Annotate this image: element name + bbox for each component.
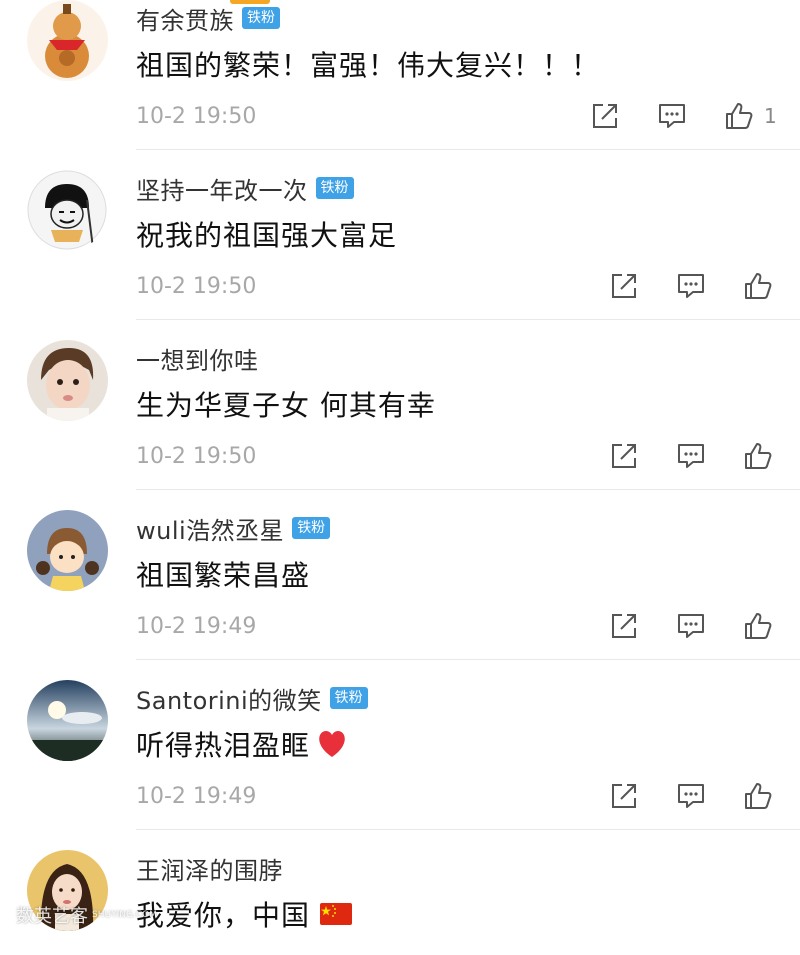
comment-actions: 1 [590,101,777,131]
watermark-sub: SHUYING.COM [92,910,157,920]
avatar[interactable] [27,0,108,81]
thumbs-up-icon[interactable] [743,271,773,301]
username[interactable]: Santorini的微笑 [136,681,322,716]
comment-text: 祖国的繁荣！富强！伟大复兴！！！ [136,49,601,82]
username[interactable]: wuli浩然丞星 [136,511,284,546]
comment-text: 听得热泪盈眶 [136,724,348,764]
share-icon[interactable] [609,271,639,301]
watermark-main: 数英艺客 [16,906,88,927]
divider [136,319,800,320]
avatar[interactable] [27,170,108,251]
username-row: wuli浩然丞星 铁粉 [136,511,331,546]
divider [136,829,800,830]
comment-icon[interactable] [676,441,706,471]
thumbs-up-icon[interactable] [743,611,773,641]
comment-time: 10-2 19:49 [136,784,257,809]
comment-item: Santorini的微笑 铁粉 听得热泪盈眶 10-2 19:49 [0,680,800,830]
red-heart-icon [319,731,345,757]
fan-badge: 铁粉 [242,7,280,29]
thumbs-up-icon[interactable] [724,101,754,131]
share-icon[interactable] [590,101,620,131]
comment-icon[interactable] [676,271,706,301]
comment-icon[interactable] [657,101,687,131]
comment-time: 10-2 19:50 [136,274,257,299]
share-icon[interactable] [609,441,639,471]
username-row: Santorini的微笑 铁粉 [136,681,368,715]
comment-item: wuli浩然丞星 铁粉 祖国繁荣昌盛 10-2 19:49 [0,510,800,660]
comment-icon[interactable] [676,611,706,641]
comment-text: 祝我的祖国强大富足 [136,219,398,252]
thumbs-up-icon[interactable] [743,441,773,471]
username[interactable]: 一想到你哇 [136,341,259,376]
watermark: 数英艺客 SHUYING.COM [16,902,157,928]
divider [136,489,800,490]
divider [136,659,800,660]
fan-badge: 铁粉 [329,687,368,709]
gourd-avatar-icon [27,0,108,81]
comment-time: 10-2 19:50 [136,444,257,469]
fan-badge: 铁粉 [315,177,354,199]
comment-time: 10-2 19:50 [136,104,257,129]
username[interactable]: 坚持一年改一次 [136,171,308,206]
comment-text-content: 听得热泪盈眶 [136,729,311,762]
comment-icon[interactable] [676,781,706,811]
like-count: 1 [764,104,777,128]
comment-text: 祖国繁荣昌盛 [136,559,311,592]
comment-item: 有余贯族 铁粉 祖国的繁荣！富强！伟大复兴！！！ 10-2 19:50 1 [0,0,800,150]
comment-text-content: 我爱你，中国 [136,899,311,932]
username-row: 王润泽的围脖 [136,851,283,885]
fan-badge: 铁粉 [292,517,331,539]
avatar[interactable] [27,340,108,421]
username[interactable]: 王润泽的围脖 [136,851,283,886]
comment-text: 生为华夏子女 何其有幸 [136,389,436,422]
thumbs-up-icon[interactable] [743,781,773,811]
share-icon[interactable] [609,611,639,641]
comment-actions [609,441,773,471]
china-flag-icon [320,903,353,925]
avatar[interactable] [27,680,108,761]
baby-avatar-icon [27,340,108,421]
cartoon-girl-avatar-icon [27,510,108,591]
comment-actions [609,781,773,811]
sky-avatar-icon [27,680,108,761]
avatar[interactable] [27,510,108,591]
comment-time: 10-2 19:49 [136,614,257,639]
comment-text: 我爱你，中国 [136,894,353,934]
comment-actions [609,271,773,301]
meme-face-avatar-icon [27,170,108,251]
comment-actions [609,611,773,641]
share-icon[interactable] [609,781,639,811]
comment-item: 坚持一年改一次 铁粉 祝我的祖国强大富足 10-2 19:50 [0,170,800,320]
username-row: 有余贯族 铁粉 [136,1,280,35]
username-row: 坚持一年改一次 铁粉 [136,171,354,205]
username[interactable]: 有余贯族 [136,1,234,36]
comment-item: 一想到你哇 生为华夏子女 何其有幸 10-2 19:50 [0,340,800,490]
username-row: 一想到你哇 [136,341,259,375]
divider [136,149,800,150]
